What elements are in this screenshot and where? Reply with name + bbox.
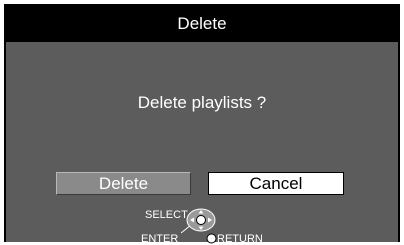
- cancel-button-label: Cancel: [249, 173, 303, 193]
- dpad-center-button: [196, 215, 206, 225]
- delete-button[interactable]: Delete: [56, 172, 191, 195]
- enter-hint-label: ENTER: [141, 233, 179, 245]
- dialog-title: Delete: [177, 14, 227, 33]
- directional-pad-icon: [181, 208, 216, 234]
- delete-dialog: Delete Delete playlists ? Delete Cancel …: [4, 4, 400, 245]
- return-circle-icon: [206, 233, 217, 244]
- return-hint-label: RETURN: [217, 233, 263, 245]
- confirm-message: Delete playlists ?: [137, 93, 267, 112]
- delete-button-label: Delete: [98, 173, 149, 193]
- dialog-body: Delete playlists ? Delete Cancel SELECT …: [6, 42, 398, 245]
- dialog-title-bar: Delete: [6, 6, 398, 42]
- remote-hint: SELECT ENTER RETURN: [131, 202, 271, 245]
- cancel-button[interactable]: Cancel: [208, 172, 344, 195]
